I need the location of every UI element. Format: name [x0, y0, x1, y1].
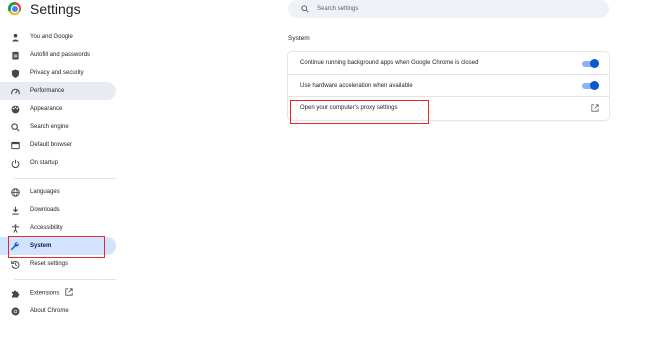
- sidebar-item-label: Default browser: [30, 142, 73, 148]
- sidebar-item-label: Extensions: [30, 288, 73, 298]
- sidebar-item-performance[interactable]: Performance: [0, 82, 116, 100]
- sidebar-item-extensions[interactable]: Extensions: [0, 284, 116, 302]
- toggle-knob: [590, 81, 599, 90]
- sidebar-divider: [14, 178, 116, 179]
- browser-window-icon: [9, 141, 21, 150]
- sidebar-divider: [14, 279, 116, 280]
- reset-icon: [9, 260, 21, 269]
- sidebar-item-you-and-google[interactable]: You and Google: [0, 28, 116, 46]
- chrome-icon: [9, 307, 21, 316]
- setting-row-background-apps[interactable]: Continue running background apps when Go…: [288, 52, 609, 74]
- globe-icon: [9, 187, 21, 197]
- sidebar-item-on-startup[interactable]: On startup: [0, 154, 116, 172]
- sidebar-item-search-engine[interactable]: Search engine: [0, 118, 116, 136]
- power-icon: [9, 159, 21, 168]
- palette-icon: [9, 105, 21, 114]
- sidebar-item-autofill[interactable]: Autofill and passwords: [0, 46, 116, 64]
- chrome-logo-icon: [8, 2, 21, 15]
- sidebar-item-label: Accessibility: [30, 225, 63, 231]
- clipboard-icon: [9, 51, 21, 60]
- section-title: System: [288, 35, 310, 42]
- setting-label: Use hardware acceleration when available: [300, 82, 413, 89]
- sidebar-item-label: Appearance: [30, 106, 63, 112]
- speedometer-icon: [9, 87, 21, 96]
- sidebar-item-label: Privacy and security: [30, 70, 84, 76]
- annotation-box-proxy: [290, 100, 429, 124]
- setting-label: Continue running background apps when Go…: [300, 60, 479, 66]
- sidebar-item-languages[interactable]: Languages: [0, 183, 116, 201]
- sidebar-item-label: On startup: [30, 160, 59, 166]
- sidebar-item-about-chrome[interactable]: About Chrome: [0, 302, 116, 320]
- setting-row-hardware-acceleration[interactable]: Use hardware acceleration when available: [288, 74, 609, 96]
- sidebar-item-downloads[interactable]: Downloads: [0, 201, 116, 219]
- hardware-acceleration-toggle[interactable]: [582, 81, 599, 90]
- search-bar[interactable]: Search settings: [288, 0, 609, 18]
- sidebar-item-label: You and Google: [30, 34, 73, 40]
- search-icon: [9, 122, 21, 132]
- page-title: Settings: [30, 1, 81, 17]
- toggle-knob: [590, 58, 599, 68]
- person-icon: [9, 33, 21, 42]
- open-in-new-icon: [65, 288, 73, 298]
- sidebar-item-appearance[interactable]: Appearance: [0, 100, 116, 118]
- sidebar-item-label: Languages: [30, 189, 60, 195]
- sidebar-item-privacy[interactable]: Privacy and security: [0, 64, 116, 82]
- sidebar-item-label: Performance: [30, 88, 65, 94]
- download-icon: [9, 206, 21, 215]
- sidebar-item-label: Downloads: [30, 207, 60, 213]
- puzzle-icon: [9, 289, 21, 298]
- accessibility-icon: [9, 223, 21, 233]
- sidebar-item-default-browser[interactable]: Default browser: [0, 136, 116, 154]
- sidebar-item-accessibility[interactable]: Accessibility: [0, 219, 116, 237]
- search-input[interactable]: Search settings: [317, 6, 358, 12]
- search-icon: [298, 5, 312, 13]
- sidebar-item-label: About Chrome: [30, 308, 69, 314]
- sidebar-item-label: Reset settings: [30, 261, 69, 267]
- background-apps-toggle[interactable]: [582, 58, 599, 68]
- sidebar-item-label: Autofill and passwords: [30, 52, 91, 58]
- annotation-box-system: [8, 236, 105, 258]
- shield-icon: [9, 68, 21, 78]
- sidebar-item-label: Search engine: [30, 124, 69, 130]
- external-link-icon[interactable]: [591, 103, 599, 112]
